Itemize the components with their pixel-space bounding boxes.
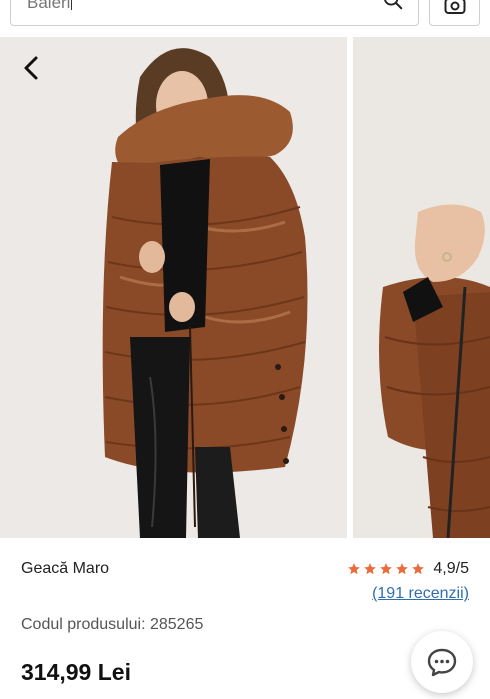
product-image-main[interactable] [0, 37, 347, 538]
product-gallery[interactable] [0, 37, 490, 538]
product-rating[interactable]: 4,9/5 [345, 560, 469, 578]
chat-bubble-icon [427, 648, 457, 677]
back-chevron-icon[interactable] [18, 54, 46, 82]
product-image-next[interactable] [353, 37, 490, 538]
product-name: Geacă Maro [21, 560, 110, 577]
star-icon [348, 563, 361, 575]
search-bar[interactable]: Baleri [10, 0, 419, 26]
star-icon [380, 563, 393, 575]
jacket-photo [0, 37, 347, 538]
chat-button[interactable] [411, 631, 473, 693]
rating-value: 4,9/5 [433, 560, 469, 577]
camera-search-button[interactable] [429, 0, 480, 26]
product-code: Codul produsului: 285265 [21, 616, 203, 634]
search-icon[interactable] [382, 0, 404, 11]
star-icon [412, 563, 425, 575]
product-price: 314,99 Lei [21, 659, 131, 685]
star-icon [364, 563, 377, 575]
star-icon [396, 563, 409, 575]
camera-icon [444, 0, 466, 14]
product-code-value: 285265 [149, 616, 204, 633]
search-input[interactable]: Baleri [27, 0, 73, 13]
product-code-label: Codul produsului: [21, 616, 146, 633]
reviews-link[interactable]: (191 recenzii) [372, 585, 469, 603]
jacket-detail-photo [353, 37, 490, 538]
